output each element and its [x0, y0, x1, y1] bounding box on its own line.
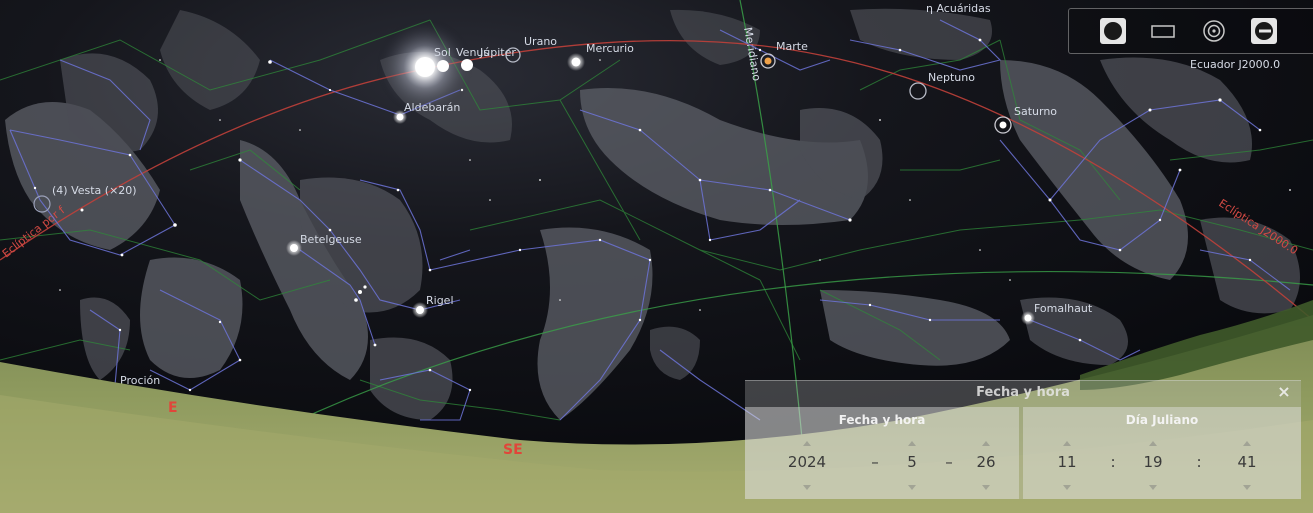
uranus-label: Urano — [524, 35, 557, 48]
tab-julian-day[interactable]: Día Juliano — [1023, 409, 1301, 431]
saturn-label: Saturno — [1014, 105, 1057, 118]
minute-input[interactable]: 19 — [1133, 453, 1173, 471]
view-toolbar — [1068, 8, 1313, 54]
year-up-arrow[interactable] — [803, 441, 811, 446]
rigel-label: Rigel — [426, 294, 454, 307]
tab-date[interactable]: Fecha y hora — [745, 409, 1019, 431]
venus-marker[interactable] — [437, 60, 449, 72]
hour-down-arrow[interactable] — [1063, 485, 1071, 490]
mercury-label: Mercurio — [586, 42, 634, 55]
target-icon[interactable] — [1200, 17, 1228, 45]
betelgeuse-label: Betelgeuse — [300, 233, 362, 246]
year-down-arrow[interactable] — [803, 485, 811, 490]
close-button[interactable]: × — [1275, 383, 1293, 401]
day-input[interactable]: 26 — [967, 453, 1005, 471]
fomalhaut-marker[interactable] — [1024, 314, 1032, 322]
second-down-arrow[interactable] — [1243, 485, 1251, 490]
rectangle-icon[interactable] — [1149, 17, 1177, 45]
time-separator: : — [1196, 453, 1202, 471]
mars-marker[interactable] — [764, 57, 772, 65]
minute-up-arrow[interactable] — [1149, 441, 1157, 446]
planetarium-view[interactable]: Meridiano Eclíptica por f Eclíptica J200… — [0, 0, 1313, 513]
month-down-arrow[interactable] — [908, 485, 916, 490]
date-separator: – — [945, 453, 953, 471]
jupiter-label: Júpiter — [479, 46, 516, 59]
day-up-arrow[interactable] — [982, 441, 990, 446]
month-up-arrow[interactable] — [908, 441, 916, 446]
month-input[interactable]: 5 — [895, 453, 929, 471]
vesta-label: (4) Vesta (×20) — [52, 184, 137, 197]
neptune-label: Neptuno — [928, 71, 975, 84]
jupiter-marker[interactable] — [461, 59, 473, 71]
rigel-marker[interactable] — [416, 306, 424, 314]
fomalhaut-label: Fomalhaut — [1034, 302, 1093, 315]
saturn-marker[interactable] — [999, 121, 1007, 129]
datetime-window[interactable]: Fecha y hora × Fecha y hora 2024 – 5 – 2… — [745, 380, 1301, 499]
datetime-window-title: Fecha y hora — [976, 385, 1070, 400]
meteor-shower-label: η Acuáridas — [926, 2, 991, 15]
planet-icon[interactable] — [1099, 17, 1127, 45]
sun-label: Sol — [434, 46, 451, 59]
day-down-arrow[interactable] — [982, 485, 990, 490]
time-separator: : — [1110, 453, 1116, 471]
second-up-arrow[interactable] — [1243, 441, 1251, 446]
aldebaran-label: Aldebarán — [404, 101, 460, 114]
cardinal-southeast: SE — [503, 442, 523, 458]
betelgeuse-marker[interactable] — [290, 244, 298, 252]
equator-label: Ecuador J2000.0 — [1190, 58, 1280, 71]
hour-up-arrow[interactable] — [1063, 441, 1071, 446]
mercury-marker[interactable] — [571, 57, 581, 67]
cardinal-east: E — [168, 400, 178, 416]
sun-marker[interactable] — [415, 57, 435, 77]
julian-day-panel: Día Juliano 11 : 19 : 41 — [1023, 407, 1301, 499]
date-panel: Fecha y hora 2024 – 5 – 26 — [745, 407, 1019, 499]
mars-label: Marte — [776, 40, 808, 53]
date-separator: – — [871, 453, 879, 471]
hour-input[interactable]: 11 — [1047, 453, 1087, 471]
second-input[interactable]: 41 — [1227, 453, 1267, 471]
minute-down-arrow[interactable] — [1149, 485, 1157, 490]
year-input[interactable]: 2024 — [775, 453, 839, 471]
key-icon[interactable] — [1250, 17, 1278, 45]
aldebaran-marker[interactable] — [396, 113, 404, 121]
